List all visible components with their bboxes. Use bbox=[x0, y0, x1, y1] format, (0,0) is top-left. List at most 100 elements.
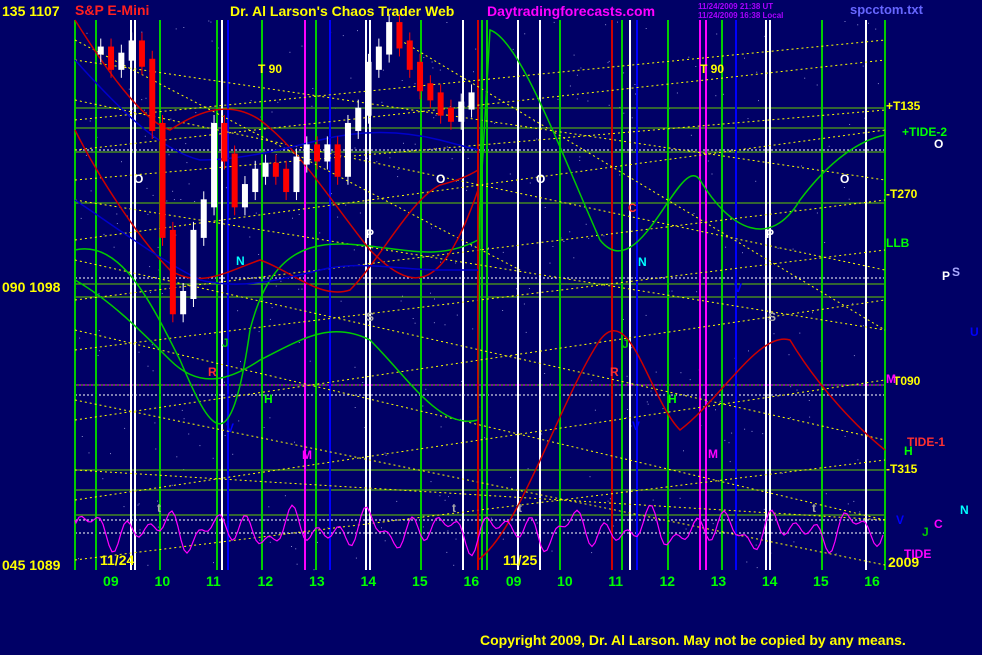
star-dot bbox=[150, 292, 151, 294]
star-dot bbox=[354, 147, 356, 149]
star-dot bbox=[446, 22, 448, 23]
marker-letter: O bbox=[840, 172, 849, 186]
star-dot bbox=[825, 493, 827, 495]
price-bar bbox=[314, 144, 321, 162]
star-dot bbox=[746, 561, 748, 563]
star-dot bbox=[824, 242, 826, 243]
star-dot bbox=[725, 246, 727, 248]
price-bar bbox=[108, 46, 115, 70]
star-dot bbox=[298, 214, 300, 215]
star-dot bbox=[269, 541, 271, 543]
star-dot bbox=[551, 550, 553, 552]
star-dot bbox=[238, 420, 240, 422]
star-dot bbox=[446, 146, 448, 148]
marker-letter: S bbox=[768, 310, 776, 324]
star-dot bbox=[389, 157, 391, 159]
star-dot bbox=[828, 145, 830, 147]
price-bar bbox=[406, 40, 413, 70]
star-dot bbox=[210, 21, 212, 23]
marker-letter: H bbox=[264, 392, 273, 406]
star-dot bbox=[80, 217, 82, 219]
star-dot bbox=[552, 246, 554, 247]
star-dot bbox=[680, 372, 682, 374]
star-dot bbox=[359, 212, 361, 214]
price-bar bbox=[375, 46, 382, 70]
price-bar bbox=[190, 229, 197, 299]
star-dot bbox=[557, 98, 559, 100]
star-dot bbox=[862, 65, 864, 67]
star-dot bbox=[645, 28, 647, 29]
star-dot bbox=[400, 300, 402, 302]
star-dot bbox=[139, 529, 141, 531]
star-dot bbox=[440, 426, 442, 428]
star-dot bbox=[475, 48, 477, 50]
star-dot bbox=[755, 544, 757, 546]
star-dot bbox=[113, 246, 115, 248]
star-dot bbox=[89, 120, 91, 122]
star-dot bbox=[396, 500, 398, 502]
star-dot bbox=[631, 117, 633, 119]
star-dot bbox=[484, 437, 486, 439]
star-dot bbox=[412, 318, 414, 319]
star-dot bbox=[423, 57, 425, 58]
star-dot bbox=[199, 445, 201, 447]
star-dot bbox=[103, 233, 105, 235]
star-dot bbox=[81, 436, 83, 437]
star-dot bbox=[385, 454, 387, 456]
star-dot bbox=[268, 506, 270, 508]
star-dot bbox=[181, 409, 183, 411]
star-dot bbox=[744, 57, 745, 59]
marker-letter: O bbox=[436, 172, 445, 186]
star-dot bbox=[788, 354, 790, 356]
star-dot bbox=[645, 314, 647, 316]
star-dot bbox=[731, 432, 733, 434]
star-dot bbox=[265, 519, 267, 521]
x-tick-label: 14 bbox=[762, 573, 778, 589]
star-dot bbox=[85, 154, 87, 156]
star-dot bbox=[124, 427, 126, 429]
star-dot bbox=[722, 93, 724, 95]
star-dot bbox=[138, 503, 140, 505]
star-dot bbox=[250, 100, 252, 102]
site-label: Daytradingforecasts.com bbox=[487, 3, 655, 19]
star-dot bbox=[662, 408, 664, 410]
star-dot bbox=[444, 499, 446, 501]
price-bar bbox=[231, 153, 238, 208]
marker-letter: C bbox=[628, 201, 637, 215]
price-bar bbox=[437, 92, 444, 116]
star-dot bbox=[569, 85, 571, 87]
star-dot bbox=[284, 495, 286, 497]
star-dot bbox=[440, 261, 442, 263]
star-dot bbox=[685, 528, 687, 530]
star-dot bbox=[313, 569, 315, 571]
star-dot bbox=[381, 527, 382, 529]
star-dot bbox=[296, 563, 298, 565]
star-dot bbox=[436, 147, 437, 149]
marker-letter: M bbox=[708, 447, 718, 461]
copyright-text: Copyright 2009, Dr. Al Larson. May not b… bbox=[480, 632, 906, 648]
star-dot bbox=[353, 249, 355, 251]
planet-glyph: V bbox=[896, 513, 904, 527]
marker-letter: V bbox=[632, 419, 640, 433]
price-bar bbox=[118, 52, 125, 70]
star-dot bbox=[853, 500, 855, 502]
star-dot bbox=[456, 314, 458, 316]
price-bar bbox=[262, 162, 269, 177]
star-dot bbox=[608, 60, 610, 62]
star-dot bbox=[635, 93, 636, 95]
star-dot bbox=[168, 154, 170, 156]
star-dot bbox=[147, 213, 149, 215]
star-dot bbox=[470, 245, 472, 247]
star-dot bbox=[79, 337, 81, 339]
star-dot bbox=[258, 254, 260, 255]
marker-letter: R bbox=[208, 365, 217, 379]
star-dot bbox=[590, 380, 592, 382]
star-dot bbox=[631, 347, 633, 349]
star-dot bbox=[157, 246, 159, 248]
star-dot bbox=[312, 88, 314, 89]
star-dot bbox=[102, 478, 104, 480]
price-bar bbox=[386, 22, 393, 55]
star-dot bbox=[132, 108, 134, 110]
star-dot bbox=[151, 344, 153, 346]
star-dot bbox=[502, 538, 504, 540]
